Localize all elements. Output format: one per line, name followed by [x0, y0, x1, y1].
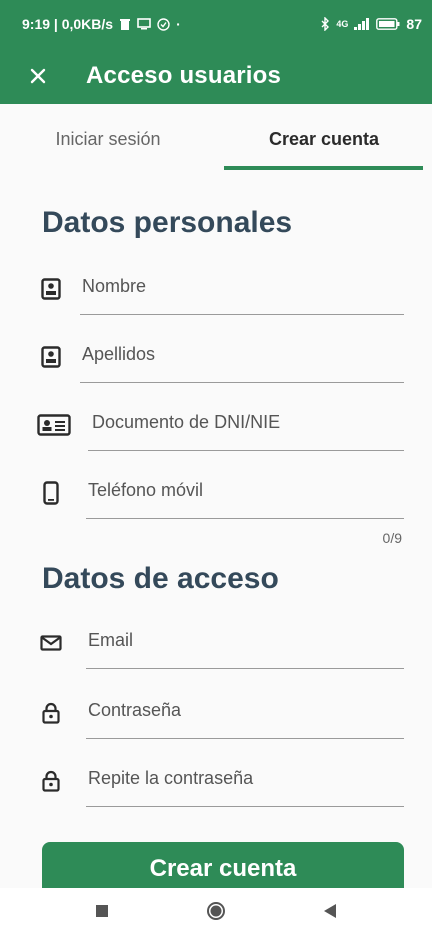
lock-icon [38, 768, 64, 794]
battery-level: 87 [406, 16, 422, 32]
circle-icon [207, 902, 225, 920]
square-icon [96, 905, 108, 917]
phone-icon [38, 480, 64, 506]
status-time-speed: 9:19 | 0,0KB/s [22, 16, 114, 32]
section-title-access: Datos de acceso [42, 562, 279, 595]
home-button[interactable] [204, 899, 228, 923]
bluetooth-icon [321, 17, 330, 31]
section-title-personal: Datos personales [42, 206, 293, 239]
tab-iniciar-sesion[interactable]: Iniciar sesión [0, 104, 216, 174]
dni-placeholder: Documento de DNI/NIE [92, 412, 281, 432]
apellidos-placeholder: Apellidos [82, 344, 156, 364]
email-underline [86, 668, 404, 669]
triangle-back-icon [324, 904, 336, 918]
password-field[interactable]: Contraseña [0, 686, 432, 746]
back-button[interactable] [318, 899, 342, 923]
email-field[interactable]: Email [0, 616, 432, 676]
dni-field[interactable]: Documento de DNI/NIE [0, 398, 432, 458]
app-bar: Acceso usuarios [0, 48, 432, 104]
telefono-placeholder: Teléfono móvil [88, 480, 204, 500]
contact-card-icon [38, 344, 64, 370]
status-bar: 9:19 | 0,0KB/s · 4G 87 [0, 0, 432, 48]
close-button[interactable] [10, 48, 66, 104]
active-tab-indicator [224, 166, 423, 170]
screen-icon [137, 18, 151, 30]
password-placeholder: Contraseña [88, 700, 182, 720]
crear-cuenta-label: Crear cuenta [149, 855, 297, 882]
telefono-field[interactable]: Teléfono móvil [0, 466, 432, 526]
apellidos-field[interactable]: Apellidos [0, 330, 432, 390]
trash-icon [120, 18, 131, 30]
mail-icon [38, 630, 64, 656]
status-left: 9:19 | 0,0KB/s · [22, 16, 181, 32]
telefono-underline [86, 518, 404, 519]
dni-underline [88, 450, 404, 451]
password-underline [86, 738, 404, 739]
dot-icon: · [176, 16, 181, 32]
repeat-password-placeholder: Repite la contraseña [88, 768, 254, 788]
lock-icon [38, 700, 64, 726]
repeat-password-underline [86, 806, 404, 807]
email-placeholder: Email [88, 630, 134, 650]
phone-character-counter: 0/9 [382, 530, 402, 546]
battery-icon [376, 18, 400, 30]
contact-card-icon [38, 276, 64, 302]
signal-icon [354, 18, 370, 30]
nombre-underline [80, 314, 404, 315]
close-icon [30, 68, 46, 84]
page-title: Acceso usuarios [86, 62, 282, 89]
check-circle-icon [157, 17, 170, 31]
tab-crear-cuenta[interactable]: Crear cuenta [216, 104, 432, 174]
tab-bar: Iniciar sesión Crear cuenta [0, 104, 432, 174]
network-type: 4G [336, 19, 349, 29]
nombre-placeholder: Nombre [82, 276, 147, 296]
nombre-field[interactable]: Nombre [0, 262, 432, 322]
repeat-password-field[interactable]: Repite la contraseña [0, 754, 432, 814]
apellidos-underline [80, 382, 404, 383]
system-nav-bar [0, 888, 432, 934]
status-right: 4G 87 [320, 16, 422, 32]
id-card-icon [36, 412, 72, 438]
recents-button[interactable] [90, 899, 114, 923]
